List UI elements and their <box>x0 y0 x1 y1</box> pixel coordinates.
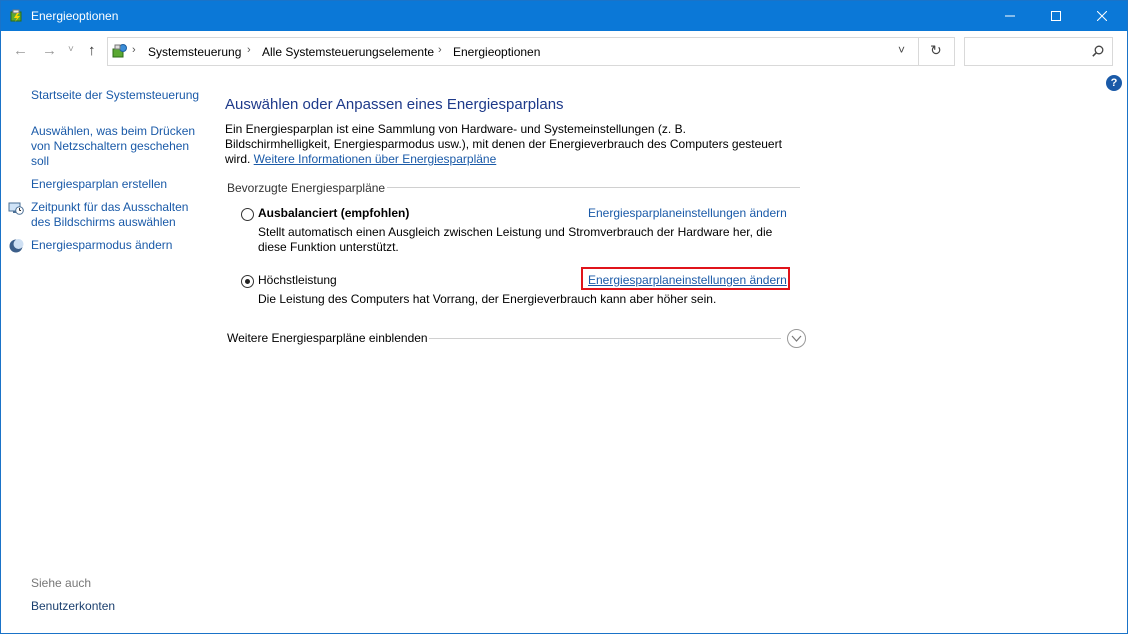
search-icon[interactable] <box>1092 45 1104 57</box>
recent-locations-button[interactable]: ˅ <box>68 44 74 55</box>
see-also-heading: Siehe auch <box>31 576 92 590</box>
monitor-clock-icon <box>8 202 24 215</box>
plan-balanced-settings-link[interactable]: Energiesparplaneinstellungen ändern <box>588 206 787 220</box>
expand-more-plans-button[interactable] <box>787 329 806 348</box>
minimize-button[interactable] <box>987 1 1033 31</box>
maximize-icon <box>1051 11 1061 21</box>
highlight-box <box>581 267 790 290</box>
breadcrumb-all-items[interactable]: Alle Systemsteuerungselemente <box>262 45 434 59</box>
maximize-button[interactable] <box>1033 1 1079 31</box>
chevron-down-icon <box>791 335 802 342</box>
plan-high-performance-description: Die Leistung des Computers hat Vorrang, … <box>258 292 717 306</box>
show-more-plans-label[interactable]: Weitere Energiesparpläne einblenden <box>227 331 428 345</box>
minimize-icon <box>1005 15 1015 17</box>
sidebar-item-power-buttons[interactable]: Auswählen, was beim Drücken von Netzscha… <box>31 124 201 169</box>
breadcrumb-energieoptionen[interactable]: Energieoptionen <box>453 45 540 59</box>
up-button[interactable]: ↑ <box>88 42 96 59</box>
moon-icon <box>9 239 24 253</box>
control-panel-icon <box>112 44 127 58</box>
help-button[interactable]: ? <box>1106 75 1122 91</box>
address-row: ← → ˅ ↑ › Systemsteuerung › Alle Systems… <box>1 31 1127 73</box>
address-dropdown-button[interactable]: ˅ <box>898 43 905 57</box>
breadcrumb-systemsteuerung[interactable]: Systemsteuerung <box>148 45 241 59</box>
title-bar: Energieoptionen <box>1 1 1127 31</box>
close-button[interactable] <box>1079 1 1125 31</box>
forward-button[interactable]: → <box>42 42 57 59</box>
intro-paragraph: Ein Energiesparplan ist eine Sammlung vo… <box>225 122 785 167</box>
breadcrumb-separator: › <box>132 44 136 56</box>
plan-balanced-name[interactable]: Ausbalanciert (empfohlen) <box>258 206 409 220</box>
search-input[interactable] <box>969 42 1088 61</box>
search-box[interactable] <box>964 37 1113 66</box>
plan-high-performance-radio[interactable] <box>241 275 254 288</box>
plan-high-performance-name[interactable]: Höchstleistung <box>258 273 337 287</box>
back-button[interactable]: ← <box>13 42 28 59</box>
sidebar-item-create-plan[interactable]: Energiesparplan erstellen <box>31 177 201 192</box>
refresh-button[interactable]: ↻ <box>930 42 942 59</box>
more-info-link[interactable]: Weitere Informationen über Energiesparpl… <box>254 152 497 166</box>
more-plans-divider <box>429 338 781 339</box>
address-divider <box>918 38 919 65</box>
sidebar-item-home[interactable]: Startseite der Systemsteuerung <box>31 88 201 103</box>
sidebar-item-sleep-mode[interactable]: Energiesparmodus ändern <box>31 238 201 253</box>
plan-balanced-radio[interactable] <box>241 208 254 221</box>
radio-selected-dot <box>245 279 250 284</box>
plan-balanced-description: Stellt automatisch einen Ausgleich zwisc… <box>258 225 773 254</box>
window-title: Energieoptionen <box>31 9 119 23</box>
close-icon <box>1097 11 1107 21</box>
energy-options-window: Energieoptionen ← → ˅ ↑ › Systemsteuerun… <box>0 0 1128 634</box>
page-title: Auswählen oder Anpassen eines Energiespa… <box>225 96 564 113</box>
preferred-plans-label: Bevorzugte Energiesparpläne <box>227 181 386 195</box>
sidebar-item-user-accounts[interactable]: Benutzerkonten <box>31 599 115 614</box>
sidebar-item-display-off[interactable]: Zeitpunkt für das Ausschalten des Bildsc… <box>31 200 201 230</box>
breadcrumb-separator[interactable]: › <box>247 44 251 56</box>
energy-options-app-icon <box>10 9 22 22</box>
preferred-plans-divider <box>387 187 800 188</box>
breadcrumb-separator[interactable]: › <box>438 44 442 56</box>
address-bar[interactable]: › Systemsteuerung › Alle Systemsteuerung… <box>107 37 955 66</box>
